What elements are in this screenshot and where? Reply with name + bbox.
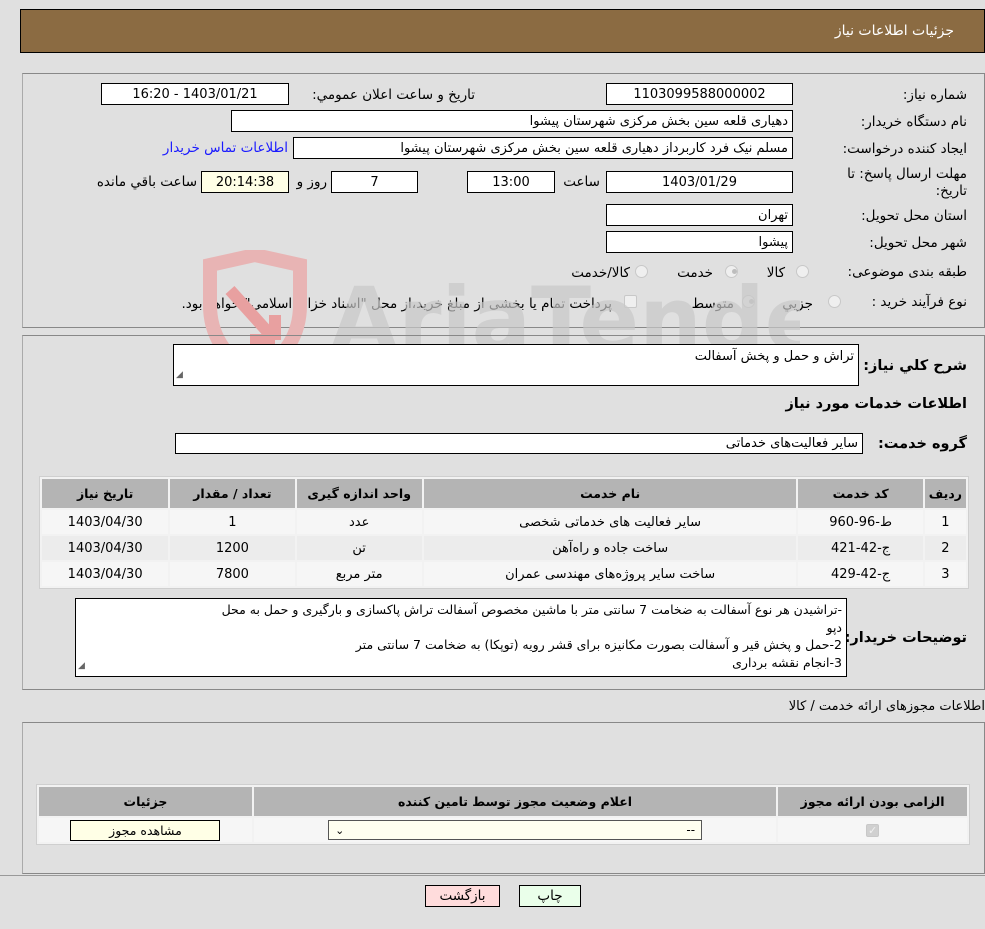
table-row: 2 ج-42-421 ساخت جاده و راه‌آهن تن 1200 1… bbox=[42, 536, 966, 560]
permits-heading: اطلاعات مجوزهای ارائه خدمت / کالا bbox=[788, 699, 985, 714]
col-service-code: کد خدمت bbox=[798, 479, 923, 508]
service-group-field: سایر فعالیت‌های خدماتی bbox=[175, 433, 863, 454]
need-number-field: 1103099588000002 bbox=[606, 83, 793, 105]
cell-need-date: 1403/04/30 bbox=[42, 510, 169, 534]
view-permit-button[interactable]: مشاهده مجوز bbox=[70, 819, 221, 841]
cell-quantity: 7800 bbox=[170, 562, 295, 586]
page-title: جزئیات اطلاعات نیاز bbox=[834, 23, 954, 39]
buyer-notes-line-4: 3-انجام نقشه برداری bbox=[732, 654, 842, 670]
service-group-label: گروه خدمت: bbox=[877, 436, 967, 452]
table-row: 3 ج-42-429 ساخت سایر پروژه‌های مهندسی عم… bbox=[42, 562, 966, 586]
permit-status-value: -- bbox=[686, 823, 696, 837]
category-label: طبقه بندی موضوعی: bbox=[847, 264, 967, 280]
cell-row-number: 1 bbox=[924, 510, 966, 534]
summary-textarea[interactable]: تراش و حمل و پخش آسفالت ◢ bbox=[173, 344, 859, 386]
services-heading: اطلاعات خدمات مورد نیاز bbox=[785, 396, 967, 412]
col-quantity: تعداد / مقدار bbox=[170, 479, 295, 508]
buyer-notes-line-1: -تراشیدن هر نوع آسفالت به ضخامت 7 سانتی … bbox=[221, 602, 842, 617]
days-remaining-field: 7 bbox=[331, 171, 418, 193]
chevron-down-icon: ⌄ bbox=[335, 823, 345, 837]
days-label: روز و bbox=[296, 174, 327, 190]
buyer-notes-label: توضیحات خریدار: bbox=[844, 630, 967, 646]
summary-text: تراش و حمل و پخش آسفالت bbox=[694, 349, 854, 364]
category-radio-service[interactable] bbox=[725, 265, 738, 278]
process-label-medium: متوسط bbox=[691, 296, 734, 312]
cell-service-name: ساخت جاده و راه‌آهن bbox=[423, 536, 797, 560]
cell-permit-details: مشاهده مجوز bbox=[39, 818, 252, 842]
creator-label: ایجاد کننده درخواست: bbox=[842, 141, 967, 157]
resize-grip-icon[interactable]: ◢ bbox=[78, 658, 85, 676]
province-field: تهران bbox=[606, 204, 793, 226]
buyer-org-field: دهیاری قلعه سین بخش مرکزی شهرستان پیشوا bbox=[231, 110, 793, 132]
col-permit-details: جزئیات bbox=[39, 787, 252, 816]
buyer-contact-link[interactable]: اطلاعات تماس خریدار bbox=[163, 140, 288, 156]
category-radio-goods[interactable] bbox=[796, 265, 809, 278]
permit-row: ✓ -- ⌄ مشاهده مجوز bbox=[39, 818, 967, 842]
province-label: استان محل تحویل: bbox=[861, 208, 967, 224]
cell-unit: متر مربع bbox=[296, 562, 422, 586]
city-label: شهر محل تحویل: bbox=[869, 235, 967, 251]
print-button[interactable]: چاپ bbox=[519, 885, 581, 907]
cell-quantity: 1200 bbox=[170, 536, 295, 560]
buyer-notes-line-2: دپو bbox=[826, 619, 842, 635]
resize-grip-icon[interactable]: ◢ bbox=[176, 367, 183, 384]
col-permit-status: اعلام وضعیت مجوز توسط تامین کننده bbox=[253, 787, 777, 816]
buyer-org-label: نام دستگاه خریدار: bbox=[860, 114, 967, 130]
services-table-header: ردیف کد خدمت نام خدمت واحد اندازه گیری ت… bbox=[42, 479, 966, 508]
cell-service-name: ساخت سایر پروژه‌های مهندسی عمران bbox=[423, 562, 797, 586]
time-remaining-label: ساعت باقي مانده bbox=[96, 174, 197, 190]
need-number-label: شماره نیاز: bbox=[902, 87, 967, 103]
cell-service-code: ط-96-960 bbox=[798, 510, 923, 534]
col-unit: واحد اندازه گیری bbox=[296, 479, 422, 508]
col-need-date: تاریخ نیاز bbox=[42, 479, 169, 508]
deadline-date-field: 1403/01/29 bbox=[606, 171, 793, 193]
permits-table: الزامی بودن ارائه مجوز اعلام وضعیت مجوز … bbox=[36, 784, 970, 845]
process-radio-medium[interactable] bbox=[742, 295, 755, 308]
category-label-goods-service: کالا/خدمت bbox=[571, 265, 630, 281]
process-label-minor: جزيي bbox=[782, 296, 813, 312]
cell-row-number: 2 bbox=[924, 536, 966, 560]
cell-unit: تن bbox=[296, 536, 422, 560]
deadline-time-field: 13:00 bbox=[467, 171, 555, 193]
category-label-goods: کالا bbox=[766, 265, 785, 281]
cell-service-name: سایر فعالیت های خدماتی شخصی bbox=[423, 510, 797, 534]
category-label-service: خدمت bbox=[677, 265, 713, 281]
permit-status-select[interactable]: -- ⌄ bbox=[328, 820, 703, 840]
col-permit-required: الزامی بودن ارائه مجوز bbox=[778, 787, 967, 816]
creator-field: مسلم نیک فرد کاربرداز دهیاری قلعه سین بخ… bbox=[293, 137, 793, 159]
process-radio-minor[interactable] bbox=[828, 295, 841, 308]
page-header: جزئیات اطلاعات نیاز bbox=[20, 9, 985, 53]
announce-field: 1403/01/21 - 16:20 bbox=[101, 83, 289, 105]
cell-need-date: 1403/04/30 bbox=[42, 536, 169, 560]
category-radio-goods-service[interactable] bbox=[635, 265, 648, 278]
cell-need-date: 1403/04/30 bbox=[42, 562, 169, 586]
cell-unit: عدد bbox=[296, 510, 422, 534]
buyer-notes-textarea[interactable]: -تراشیدن هر نوع آسفالت به ضخامت 7 سانتی … bbox=[75, 598, 847, 677]
services-table: ردیف کد خدمت نام خدمت واحد اندازه گیری ت… bbox=[39, 476, 969, 589]
cell-quantity: 1 bbox=[170, 510, 295, 534]
treasury-text: پرداخت تمام یا بخشی از مبلغ خرید،از محل … bbox=[181, 296, 612, 312]
treasury-checkbox[interactable] bbox=[624, 295, 637, 308]
col-row-number: ردیف bbox=[924, 479, 966, 508]
cell-permit-status: -- ⌄ bbox=[253, 818, 777, 842]
cell-service-code: ج-42-421 bbox=[798, 536, 923, 560]
deadline-time-label: ساعت bbox=[563, 174, 600, 190]
cell-row-number: 3 bbox=[924, 562, 966, 586]
buyer-notes-line-3: 2-حمل و پخش قیر و آسفالت بصورت مکانیزه ب… bbox=[355, 637, 842, 652]
summary-label: شرح کلي نیاز: bbox=[863, 358, 967, 374]
actions-divider bbox=[0, 875, 985, 876]
permits-table-header: الزامی بودن ارائه مجوز اعلام وضعیت مجوز … bbox=[39, 787, 967, 816]
table-row: 1 ط-96-960 سایر فعالیت های خدماتی شخصی ع… bbox=[42, 510, 966, 534]
deadline-label-2: تاریخ: bbox=[935, 183, 967, 199]
permit-required-checkbox[interactable]: ✓ bbox=[866, 823, 880, 837]
city-field: پیشوا bbox=[606, 231, 793, 253]
col-service-name: نام خدمت bbox=[423, 479, 797, 508]
announce-label: تاریخ و ساعت اعلان عمومي: bbox=[312, 87, 475, 103]
cell-permit-required: ✓ bbox=[778, 818, 967, 842]
time-remaining-field: 20:14:38 bbox=[201, 171, 289, 193]
process-label: نوع فرآیند خرید : bbox=[871, 294, 967, 310]
cell-service-code: ج-42-429 bbox=[798, 562, 923, 586]
back-button[interactable]: بازگشت bbox=[425, 885, 500, 907]
deadline-label: مهلت ارسال پاسخ: تا bbox=[847, 166, 967, 182]
